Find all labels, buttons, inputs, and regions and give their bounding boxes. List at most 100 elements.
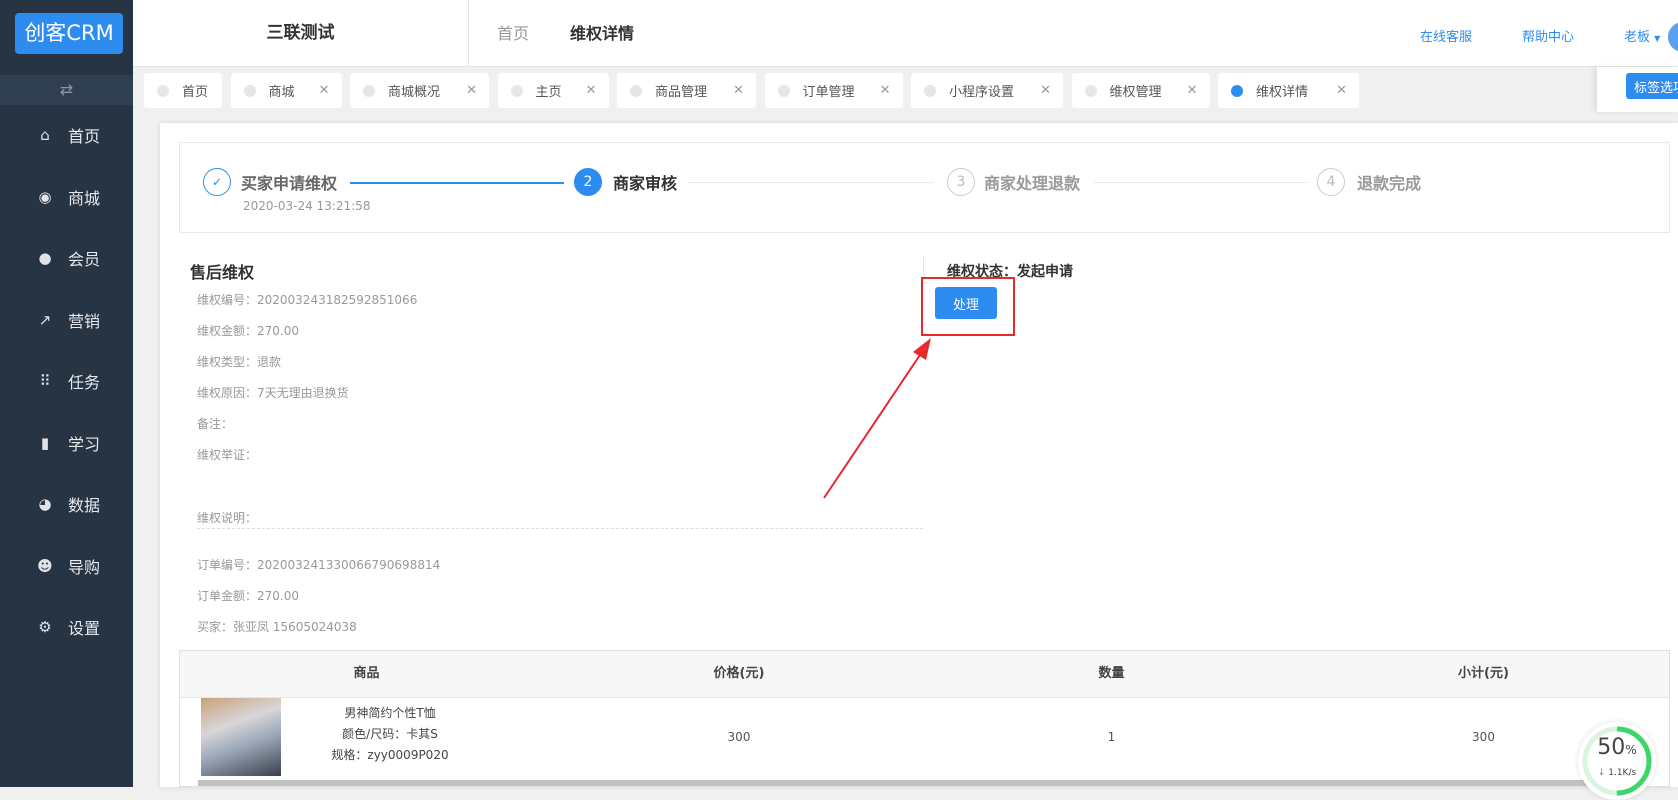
breadcrumb-home[interactable]: 首页 bbox=[497, 0, 529, 67]
logo[interactable]: 创客CRM bbox=[15, 13, 123, 54]
step-line bbox=[688, 182, 934, 183]
product-spec: 规格：zyy0009P020 bbox=[331, 748, 449, 762]
sidebar: 创客CRM ⇄ ⌂ 首页 ◉ 商城 ● 会员 ↗ 营销 ⠿ 任务 ▮ 学习 ◕ 数据 ☻ 导购 ⚙ 设置 bbox=[0, 0, 133, 787]
step-1-date: 2020-03-24 13:21:58 bbox=[243, 199, 371, 213]
step-2-number: 2 bbox=[574, 168, 602, 196]
avatar[interactable] bbox=[1668, 22, 1678, 52]
tab-2[interactable]: 商城概况 ✕ bbox=[350, 73, 489, 108]
caret-down-icon: ▼ bbox=[1654, 34, 1661, 43]
tab-7[interactable]: 维权管理 ✕ bbox=[1071, 73, 1210, 108]
divider bbox=[197, 528, 923, 529]
sidebar-item-mall[interactable]: ◉ 商城 bbox=[0, 177, 133, 217]
step-1-check-icon: ✓ bbox=[203, 168, 231, 196]
tab-5[interactable]: 订单管理 ✕ bbox=[764, 73, 903, 108]
sidebar-item-label: 导购 bbox=[68, 557, 101, 577]
close-icon[interactable]: ✕ bbox=[1336, 83, 1347, 98]
tab-status-dot bbox=[1084, 84, 1097, 97]
sidebar-toggle-icon[interactable]: ⇄ bbox=[0, 75, 133, 105]
data-icon: ◕ bbox=[38, 495, 52, 513]
tab-8[interactable]: 维权详情 ✕ bbox=[1218, 73, 1359, 108]
step-line-done bbox=[350, 182, 564, 184]
speed-percent: 50 bbox=[1597, 735, 1626, 760]
home-icon: ⌂ bbox=[40, 126, 50, 144]
close-icon[interactable]: ✕ bbox=[880, 83, 891, 98]
help-center-link[interactable]: 帮助中心 bbox=[1522, 0, 1574, 75]
close-icon[interactable]: ✕ bbox=[1040, 83, 1051, 98]
col-header-product: 商品 bbox=[180, 651, 553, 697]
sidebar-item-task[interactable]: ⠿ 任务 bbox=[0, 361, 133, 401]
tab-4[interactable]: 商品管理 ✕ bbox=[617, 73, 756, 108]
tab-label: 维权详情 bbox=[1256, 85, 1309, 100]
product-table: 商品 价格(元) 数量 小计(元) 男神简约个性T恤 颜色/尺码：卡其S 规格：… bbox=[179, 650, 1670, 787]
col-header-subtotal: 小计(元) bbox=[1298, 651, 1669, 697]
product-price: 300 bbox=[727, 730, 751, 744]
sidebar-item-marketing[interactable]: ↗ 营销 bbox=[0, 300, 133, 340]
divider bbox=[923, 257, 924, 275]
aftersale-field: 维权金额：270.00 bbox=[197, 324, 299, 338]
process-button[interactable]: 处理 bbox=[935, 287, 997, 319]
tab-1[interactable]: 商城 ✕ bbox=[230, 73, 342, 108]
product-name[interactable]: 男神简约个性T恤 bbox=[310, 703, 470, 724]
product-qty: 1 bbox=[1107, 730, 1116, 744]
close-icon[interactable]: ✕ bbox=[1187, 83, 1198, 98]
tab-label: 首页 bbox=[182, 85, 209, 100]
tab-label: 商城 bbox=[268, 85, 295, 100]
close-icon[interactable]: ✕ bbox=[466, 83, 477, 98]
sidebar-item-label: 首页 bbox=[68, 127, 101, 146]
online-service-link[interactable]: 在线客服 bbox=[1420, 0, 1472, 75]
tab-label: 订单管理 bbox=[802, 85, 855, 100]
speed-rate: 1.1K/s bbox=[1608, 768, 1637, 778]
shop-name: 三联测试 bbox=[133, 0, 469, 67]
col-header-qty: 数量 bbox=[925, 651, 1298, 697]
aftersale-field: 备注： bbox=[197, 417, 234, 431]
tab-status-dot bbox=[510, 84, 523, 97]
order-field: 买家：张亚凤 15605024038 bbox=[197, 620, 357, 634]
tab-bar: 首页 商城 ✕ 商城概况 ✕ 主页 ✕ 商品管理 ✕ 订单管理 ✕ 小程序设置 ✕ 维权管理 ✕ 维权详情 ✕ … bbox=[133, 67, 1678, 112]
sidebar-item-member[interactable]: ● 会员 bbox=[0, 238, 133, 278]
tab-6[interactable]: 小程序设置 ✕ bbox=[911, 73, 1063, 108]
sidebar-item-label: 学习 bbox=[68, 434, 101, 454]
task-icon: ⠿ bbox=[39, 372, 51, 390]
member-icon: ● bbox=[38, 249, 52, 267]
step-line bbox=[1094, 182, 1308, 183]
close-icon[interactable]: ✕ bbox=[586, 83, 597, 98]
user-menu[interactable]: 老板 ▼ bbox=[1624, 0, 1660, 76]
aftersale-field: 维权类型：退款 bbox=[197, 355, 282, 369]
tab-0[interactable]: 首页 bbox=[144, 73, 222, 108]
tab-label: 商城概况 bbox=[388, 85, 441, 100]
sidebar-item-label: 商城 bbox=[68, 188, 101, 208]
col-header-price: 价格(元) bbox=[553, 651, 925, 697]
step-2-label: 商家审核 bbox=[613, 174, 678, 193]
order-field: 订单编号：20200324133006679069881​4 bbox=[197, 558, 441, 572]
sidebar-item-study[interactable]: ▮ 学习 bbox=[0, 423, 133, 463]
sidebar-item-guide[interactable]: ☻ 导购 bbox=[0, 546, 133, 586]
tab-options-button[interactable]: 标签选项 bbox=[1626, 73, 1678, 99]
tab-label: 维权管理 bbox=[1109, 85, 1162, 100]
aftersale-field: 维权原因：7天无理由退换货 bbox=[197, 386, 349, 400]
step-4-number: 4 bbox=[1317, 168, 1345, 196]
speed-widget[interactable]: 50% ↓ 1.1K/s bbox=[1578, 722, 1656, 800]
tab-label: 商品管理 bbox=[655, 85, 708, 100]
sidebar-item-data[interactable]: ◕ 数据 bbox=[0, 484, 133, 524]
sidebar-item-label: 会员 bbox=[68, 250, 101, 269]
close-icon[interactable]: ✕ bbox=[733, 83, 744, 98]
aftersale-field: 维权说明： bbox=[197, 511, 258, 525]
close-icon[interactable]: ✕ bbox=[319, 83, 330, 98]
breadcrumb-current: 维权详情 bbox=[570, 24, 635, 43]
sidebar-item-settings[interactable]: ⚙ 设置 bbox=[0, 607, 133, 647]
sidebar-item-home[interactable]: ⌂ 首页 bbox=[0, 115, 133, 155]
product-image[interactable] bbox=[201, 698, 281, 776]
annotation-arrow bbox=[823, 338, 931, 499]
tab-status-dot bbox=[1231, 84, 1243, 97]
tab-status-dot bbox=[630, 84, 642, 97]
tab-label: 主页 bbox=[535, 85, 562, 100]
horizontal-scrollbar[interactable] bbox=[198, 780, 1608, 786]
step-4-label: 退款完成 bbox=[1357, 174, 1422, 193]
order-field: 订单金额：270.00 bbox=[197, 589, 299, 603]
step-1-label: 买家申请维权 bbox=[241, 174, 338, 193]
tab-options: 标签选项 bbox=[1597, 67, 1678, 112]
tab-label: 小程序设置 bbox=[949, 85, 1015, 100]
settings-icon: ⚙ bbox=[38, 618, 52, 636]
tab-3[interactable]: 主页 ✕ bbox=[497, 73, 609, 108]
tab-status-dot bbox=[363, 84, 375, 97]
